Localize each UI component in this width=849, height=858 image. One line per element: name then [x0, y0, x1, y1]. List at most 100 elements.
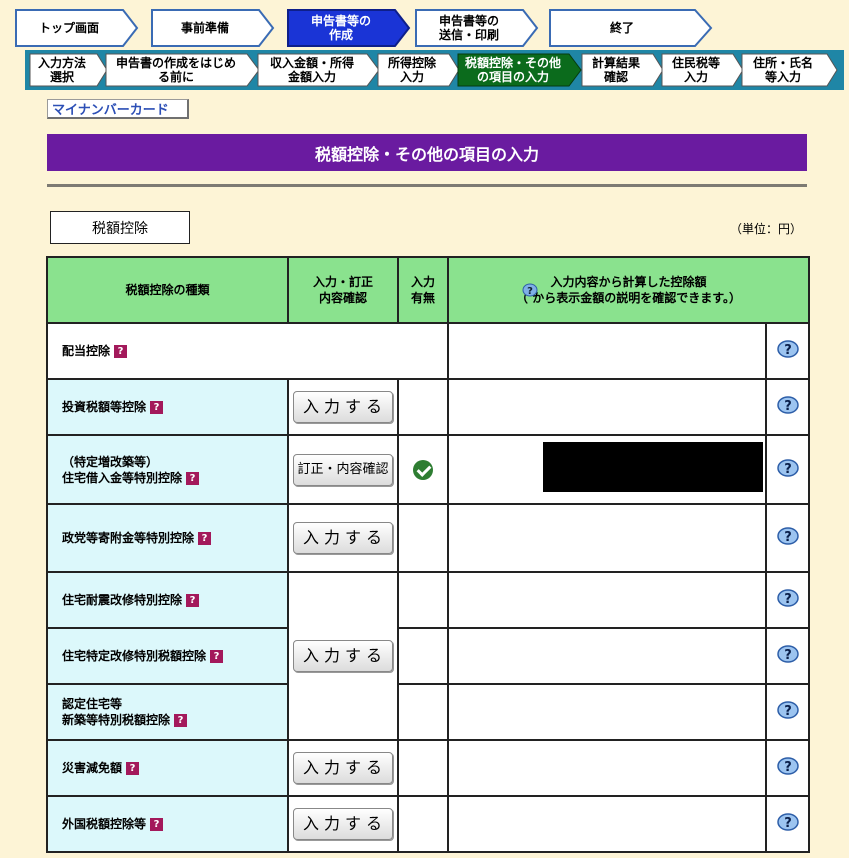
col-header-amount-text: 入力内容から計算した控除額 （ から表示金額の説明を確認できます。） [516, 275, 741, 305]
input-button[interactable]: 入力する [293, 391, 393, 423]
status-cell [397, 627, 449, 685]
mynumber-card-link[interactable]: マイナンバーカード [47, 99, 189, 119]
status-cell [397, 434, 449, 505]
svg-text:?: ? [784, 530, 792, 545]
help-icon[interactable]: ? [776, 756, 800, 776]
table-row: 住宅耐震改修特別控除? 入力する ? [46, 571, 811, 741]
step-send-print[interactable]: 申告書等の 送信・印刷 [415, 9, 539, 47]
input-button[interactable]: 入力する [293, 752, 393, 784]
row-name-disaster-relief: 災害減免額? [46, 739, 289, 797]
help-badge-icon[interactable]: ? [198, 532, 212, 545]
step-top-page[interactable]: トップ画面 [15, 9, 139, 47]
sub-step-calc-result[interactable]: 計算結果 確認 [581, 53, 665, 87]
help-icon[interactable]: ? [776, 526, 800, 546]
status-cell [397, 683, 449, 741]
action-cell: 入力する [287, 739, 399, 797]
row-name-text: 住宅特定改修特別税額控除 [62, 649, 207, 663]
table-row: 住宅特定改修特別税額控除? ? [46, 627, 811, 685]
help-icon[interactable]: ? [776, 458, 800, 478]
sub-step-resident-tax[interactable]: 住民税等 入力 [661, 53, 745, 87]
row-name-housing-loan: （特定増改築等） 住宅借入金等特別控除? [46, 434, 289, 505]
svg-text:?: ? [784, 462, 792, 477]
help-icon[interactable]: ? [776, 339, 800, 359]
help-cell: ? [764, 627, 811, 685]
tax-credit-table: 税額控除の種類 入力・訂正 内容確認 入力 有無 入力内容から計算した控除額 （… [46, 256, 811, 853]
help-badge-icon[interactable]: ? [150, 401, 164, 414]
help-cell: ? [764, 739, 811, 797]
step-label: 住所・氏名 等入力 [752, 56, 813, 84]
help-cell: ? [764, 322, 811, 380]
svg-text:?: ? [784, 704, 792, 719]
step-label: 収入金額・所得 金額入力 [269, 56, 354, 84]
sub-step-address-name[interactable]: 住所・氏名 等入力 [741, 53, 839, 87]
sub-step-tax-credit: 税額控除・その他 の項目の入力 [457, 53, 583, 87]
input-button[interactable]: 入力する [293, 640, 393, 672]
amount-cell [447, 683, 767, 741]
step-create-return: 申告書等の 作成 [287, 9, 411, 47]
row-name-text: 外国税額控除等 [62, 817, 147, 831]
help-badge-icon[interactable]: ? [186, 471, 200, 485]
table-row: 認定住宅等 新築等特別税額控除? ? [46, 683, 811, 741]
sub-step-income-deduction[interactable]: 所得控除 入力 [377, 53, 461, 87]
status-cell [397, 739, 449, 797]
help-badge-icon[interactable]: ? [150, 818, 164, 831]
row-name-text: 認定住宅等 新築等特別税額控除 [62, 697, 171, 727]
table-row: 配当控除? ? [46, 322, 811, 380]
title-divider [47, 184, 807, 187]
help-cell: ? [764, 378, 811, 436]
help-icon[interactable]: ? [776, 588, 800, 608]
help-icon: ? [522, 283, 538, 297]
step-label: 所得控除 入力 [387, 56, 436, 84]
redacted-amount [543, 442, 763, 492]
svg-text:?: ? [784, 816, 792, 831]
help-icon[interactable]: ? [776, 700, 800, 720]
help-icon[interactable]: ? [776, 644, 800, 664]
step-label: トップ画面 [38, 21, 99, 35]
status-cell [397, 503, 449, 573]
sub-step-before-start[interactable]: 申告書の作成をはじめ る前に [105, 53, 261, 87]
table-row: 災害減免額? 入力する ? [46, 739, 811, 797]
row-name-dividend: 配当控除? [46, 322, 449, 380]
svg-text:?: ? [784, 592, 792, 607]
help-cell: ? [764, 434, 811, 505]
input-button[interactable]: 入力する [293, 522, 393, 554]
input-button[interactable]: 入力する [293, 808, 393, 840]
help-badge-icon[interactable]: ? [210, 650, 224, 663]
help-badge-icon[interactable]: ? [174, 714, 188, 727]
col-header-action: 入力・訂正 内容確認 [287, 256, 399, 324]
svg-text:?: ? [784, 648, 792, 663]
help-cell: ? [764, 683, 811, 741]
step-label: 終了 [609, 21, 634, 35]
step-label: 申告書等の 送信・印刷 [438, 14, 499, 42]
row-name-certified-housing: 認定住宅等 新築等特別税額控除? [46, 683, 289, 741]
sub-progress-steps: 入力方法 選択 申告書の作成をはじめ る前に 収入金額・所得 金額入力 所得控除… [25, 50, 844, 90]
step-label: 税額控除・その他 の項目の入力 [464, 56, 561, 84]
progress-steps: トップ画面 事前準備 申告書等の 作成 申告書等の 送信・印刷 終了 [15, 9, 835, 47]
action-cell: 入力する [287, 795, 399, 853]
amount-cell [447, 571, 767, 629]
amount-cell [447, 739, 767, 797]
help-badge-icon[interactable]: ? [114, 345, 128, 358]
help-badge-icon[interactable]: ? [186, 594, 200, 607]
amount-cell [447, 627, 767, 685]
action-cell: 訂正・内容確認 [287, 434, 399, 505]
sub-step-input-method[interactable]: 入力方法 選択 [29, 53, 109, 87]
row-name-foreign-tax: 外国税額控除等? [46, 795, 289, 853]
status-cell [397, 795, 449, 853]
correct-confirm-button[interactable]: 訂正・内容確認 [293, 453, 393, 486]
step-label: 申告書の作成をはじめ る前に [115, 56, 236, 84]
step-preparation[interactable]: 事前準備 [151, 9, 275, 47]
row-name-text: （特定増改築等） 住宅借入金等特別控除 [62, 454, 183, 485]
help-icon[interactable]: ? [776, 812, 800, 832]
section-heading: 税額控除 [50, 211, 190, 244]
row-name-text: 投資税額等控除 [62, 400, 147, 414]
help-icon[interactable]: ? [776, 395, 800, 415]
check-icon [413, 459, 433, 480]
amount-cell [447, 322, 767, 380]
step-finish[interactable]: 終了 [549, 9, 713, 47]
col-header-amount: 入力内容から計算した控除額 （ から表示金額の説明を確認できます。） ? [446, 256, 811, 324]
table-row: 外国税額控除等? 入力する ? [46, 795, 811, 853]
sub-step-income-input[interactable]: 収入金額・所得 金額入力 [257, 53, 381, 87]
help-badge-icon[interactable]: ? [126, 762, 140, 775]
col-header-type: 税額控除の種類 [46, 256, 289, 324]
